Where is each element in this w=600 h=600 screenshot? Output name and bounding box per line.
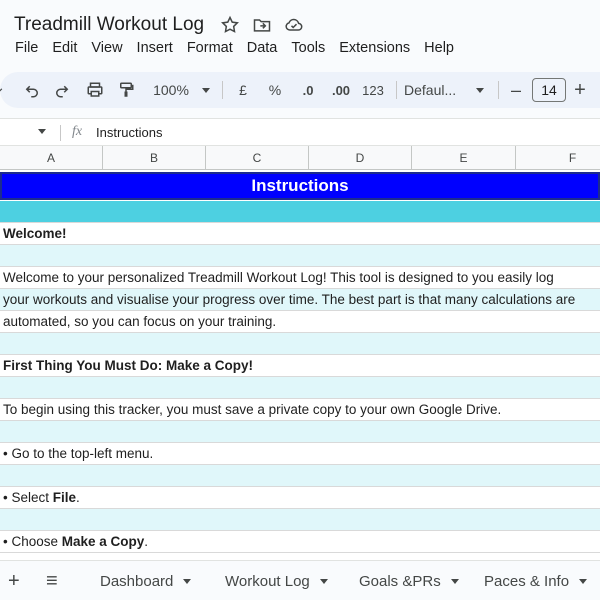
increase-decimal-button[interactable]: .00 bbox=[327, 72, 355, 108]
table-row[interactable]: Welcome to your personalized Treadmill W… bbox=[0, 267, 600, 289]
menu-insert[interactable]: Insert bbox=[137, 40, 173, 56]
table-row[interactable]: To begin using this tracker, you must sa… bbox=[0, 399, 600, 421]
menu-data[interactable]: Data bbox=[247, 40, 278, 56]
chevron-down-icon[interactable] bbox=[450, 578, 459, 584]
column-header-a[interactable]: A bbox=[0, 146, 103, 170]
cell-text: automated, so you can focus on your trai… bbox=[3, 314, 277, 329]
move-folder-icon[interactable] bbox=[252, 15, 272, 35]
table-row[interactable] bbox=[0, 245, 600, 267]
table-row[interactable]: • Go to the top-left menu. bbox=[0, 443, 600, 465]
format-percent-button[interactable]: % bbox=[264, 72, 286, 108]
more-formats-button[interactable]: 123 bbox=[360, 72, 386, 108]
sheet-grid: Instructions Welcome! Welcome to your pe… bbox=[0, 170, 600, 560]
name-box-dropdown[interactable] bbox=[38, 125, 46, 137]
sheet-tab-label: Dashboard bbox=[100, 572, 174, 590]
toolbar-divider bbox=[222, 81, 223, 99]
menu-edit[interactable]: Edit bbox=[52, 40, 77, 56]
sheet-tab-dashboard[interactable]: Dashboard bbox=[100, 561, 192, 600]
cell-text: your workouts and visualise your progres… bbox=[3, 292, 576, 307]
column-header-c[interactable]: C bbox=[206, 146, 309, 170]
font-select[interactable]: Defaul... bbox=[404, 72, 470, 108]
cell-text: Instructions bbox=[251, 176, 349, 195]
search-menus-icon[interactable] bbox=[0, 72, 10, 108]
table-row[interactable]: automated, so you can focus on your trai… bbox=[0, 311, 600, 333]
font-size-input[interactable]: 14 bbox=[532, 78, 566, 102]
column-header-d[interactable]: D bbox=[309, 146, 412, 170]
sheet-tab-label: Paces & Info bbox=[484, 572, 570, 590]
cell-text: First Thing You Must Do: Make a Copy! bbox=[3, 358, 254, 373]
table-row[interactable] bbox=[0, 333, 600, 355]
title-bar: Treadmill Workout Log File Edit View Ins… bbox=[0, 0, 600, 64]
table-row[interactable]: • Choose Make a Copy. bbox=[0, 531, 600, 553]
cell-text: • Choose bbox=[3, 534, 62, 549]
cell-text-bold: File bbox=[52, 490, 77, 505]
chevron-down-icon[interactable] bbox=[183, 578, 192, 584]
menu-bar: File Edit View Insert Format Data Tools … bbox=[15, 40, 468, 56]
cell-text: • Go to the top-left menu. bbox=[3, 446, 154, 461]
sheet-tab-workout-log[interactable]: Workout Log bbox=[225, 561, 328, 600]
table-row[interactable]: your workouts and visualise your progres… bbox=[0, 289, 600, 311]
all-sheets-button[interactable]: ≡ bbox=[46, 561, 58, 600]
chevron-down-icon[interactable] bbox=[579, 578, 588, 584]
column-header-e[interactable]: E bbox=[412, 146, 516, 170]
table-row[interactable] bbox=[0, 509, 600, 531]
menu-extensions[interactable]: Extensions bbox=[339, 40, 410, 56]
table-row[interactable] bbox=[0, 377, 600, 399]
table-row[interactable] bbox=[0, 201, 600, 223]
zoom-dropdown-icon[interactable] bbox=[196, 72, 216, 108]
chevron-down-icon[interactable] bbox=[319, 578, 328, 584]
increase-font-size-button[interactable]: + bbox=[570, 72, 590, 108]
formula-bar: fx Instructions bbox=[0, 118, 600, 146]
menu-format[interactable]: Format bbox=[187, 40, 233, 56]
toolbar-divider bbox=[396, 81, 397, 99]
table-row[interactable]: First Thing You Must Do: Make a Copy! bbox=[0, 355, 600, 377]
menu-help[interactable]: Help bbox=[424, 40, 454, 56]
cell-text-bold: Make a Copy bbox=[61, 534, 145, 549]
cell-text: To begin using this tracker, you must sa… bbox=[3, 402, 502, 417]
column-headers: A B C D E F bbox=[0, 146, 600, 170]
zoom-select[interactable]: 100% bbox=[148, 72, 194, 108]
table-row[interactable] bbox=[0, 421, 600, 443]
sheet-tab-bar: + ≡ Dashboard Workout Log Goals &PRs Pac… bbox=[0, 560, 600, 600]
menu-file[interactable]: File bbox=[15, 40, 38, 56]
sheet-tab-label: Workout Log bbox=[225, 572, 310, 590]
cell-text: . bbox=[76, 490, 80, 505]
table-row[interactable]: • Select File. bbox=[0, 487, 600, 509]
cell-text: . bbox=[144, 534, 149, 549]
font-dropdown-icon[interactable] bbox=[472, 72, 488, 108]
undo-icon[interactable] bbox=[20, 72, 44, 108]
column-header-f[interactable]: F bbox=[516, 146, 600, 170]
cell-text: • Select bbox=[3, 490, 53, 505]
column-header-b[interactable]: B bbox=[103, 146, 206, 170]
instructions-header-row[interactable]: Instructions bbox=[0, 172, 600, 200]
paint-format-icon[interactable] bbox=[114, 72, 138, 108]
decrease-decimal-button[interactable]: .0 bbox=[296, 72, 320, 108]
redo-icon[interactable] bbox=[50, 72, 74, 108]
star-icon[interactable] bbox=[220, 15, 240, 35]
cloud-saved-icon[interactable] bbox=[284, 15, 304, 35]
cell-text: Welcome to your personalized Treadmill W… bbox=[3, 270, 554, 285]
menu-tools[interactable]: Tools bbox=[291, 40, 325, 56]
table-row[interactable] bbox=[0, 465, 600, 487]
sheet-tab-goals-prs[interactable]: Goals &PRs bbox=[359, 561, 459, 600]
table-row[interactable]: Welcome! bbox=[0, 223, 600, 245]
add-sheet-button[interactable]: + bbox=[8, 561, 20, 600]
fx-icon: fx bbox=[72, 124, 83, 139]
toolbar: 100% £ % .0 .00 123 Defaul... – + bbox=[0, 72, 600, 108]
title-icons bbox=[220, 15, 304, 35]
decrease-font-size-button[interactable]: – bbox=[506, 72, 526, 108]
format-currency-button[interactable]: £ bbox=[232, 72, 254, 108]
sheet-tab-label: Goals &PRs bbox=[359, 572, 441, 590]
menu-view[interactable]: View bbox=[91, 40, 122, 56]
document-title[interactable]: Treadmill Workout Log bbox=[14, 14, 204, 36]
print-icon[interactable] bbox=[82, 72, 108, 108]
formula-input[interactable]: Instructions bbox=[96, 125, 162, 140]
sheet-tab-paces-info[interactable]: Paces & Info bbox=[484, 561, 588, 600]
cell-text: Welcome! bbox=[3, 226, 67, 241]
toolbar-divider bbox=[498, 81, 499, 99]
formula-divider bbox=[60, 125, 61, 141]
